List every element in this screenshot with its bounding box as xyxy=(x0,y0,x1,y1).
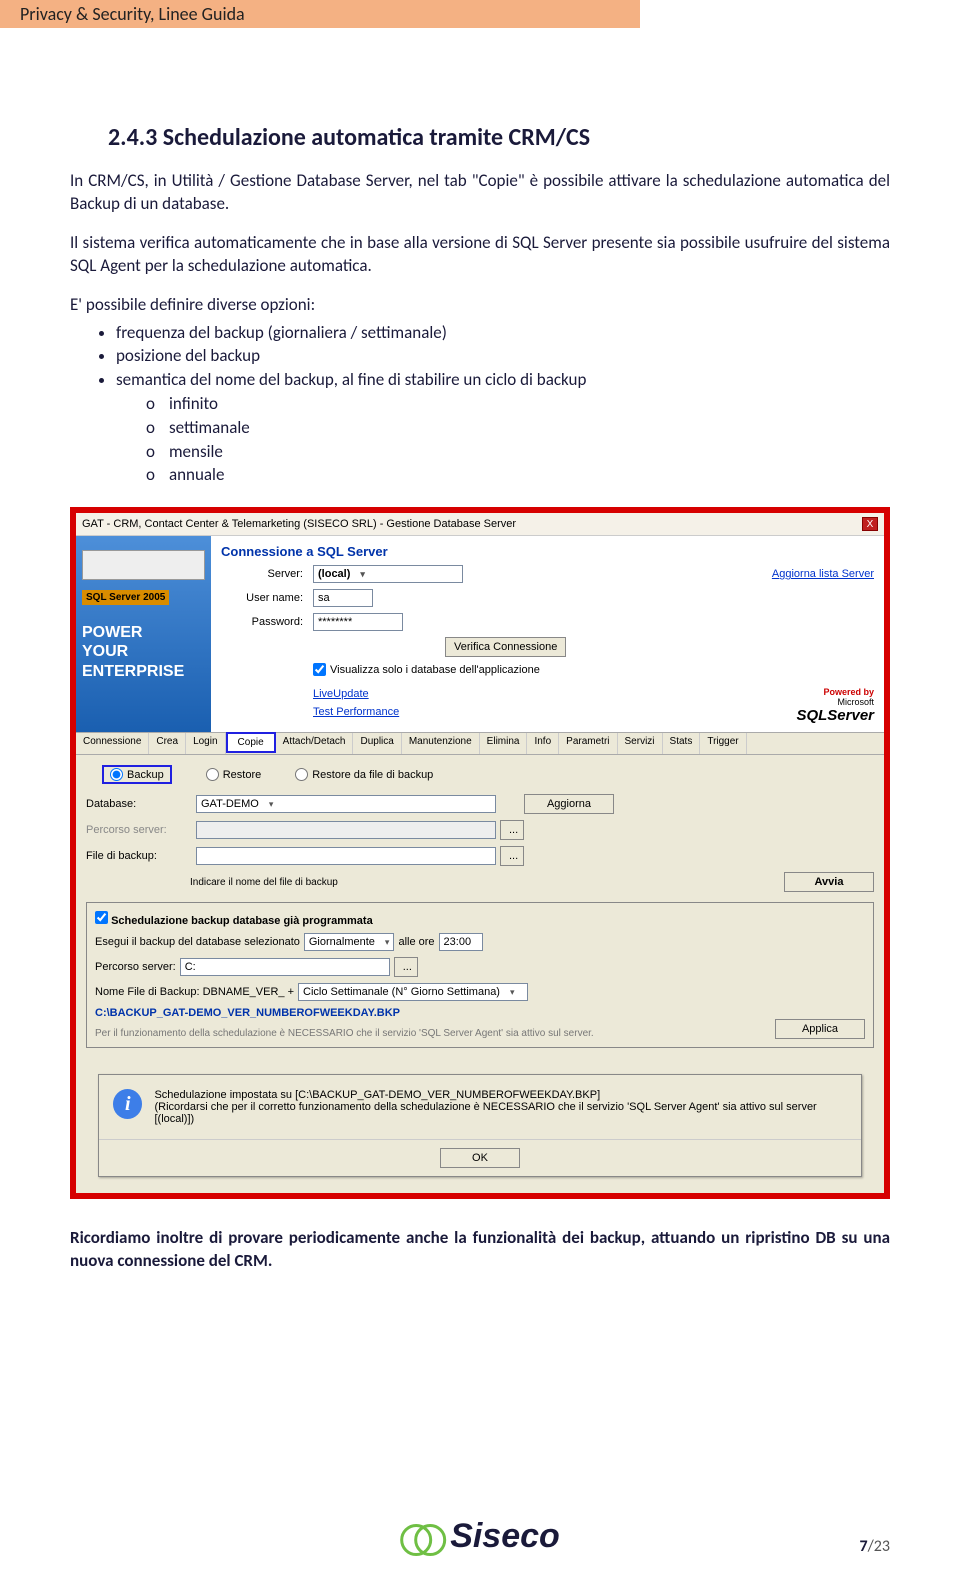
time-input[interactable] xyxy=(439,933,483,951)
file-label: File di backup: xyxy=(86,850,186,862)
schedule-checkbox[interactable] xyxy=(95,911,108,924)
radio-backup[interactable]: Backup xyxy=(102,765,172,784)
sub-options-list: infinito settimanale mensile annuale xyxy=(146,392,890,487)
window-titlebar: GAT - CRM, Contact Center & Telemarketin… xyxy=(76,513,884,536)
paragraph-2: Il sistema verifica automaticamente che … xyxy=(70,232,890,278)
banner-text: YOUR xyxy=(82,642,205,661)
close-icon[interactable]: X xyxy=(862,517,878,531)
tab-copie[interactable]: Copie xyxy=(226,732,276,753)
schedule-title: Schedulazione backup database già progra… xyxy=(111,915,373,927)
siseco-logo: Siseco xyxy=(400,1517,560,1556)
schedule-group: Schedulazione backup database già progra… xyxy=(86,902,874,1048)
list-item: semantica del nome del backup, al fine d… xyxy=(116,368,890,392)
doc-header-title: Privacy & Security, Linee Guida xyxy=(20,3,245,25)
list-item: frequenza del backup (giornaliera / sett… xyxy=(116,321,890,345)
section-title: 2.4.3 Schedulazione automatica tramite C… xyxy=(108,123,890,152)
tab-elimina[interactable]: Elimina xyxy=(480,733,528,754)
tab-manutenzione[interactable]: Manutenzione xyxy=(402,733,480,754)
connection-title: Connessione a SQL Server xyxy=(221,544,874,559)
server-combo[interactable]: (local) xyxy=(313,565,463,583)
closing-reminder: Ricordiamo inoltre di provare periodicam… xyxy=(70,1227,890,1273)
banner-text: ENTERPRISE xyxy=(82,662,205,681)
tab-parametri[interactable]: Parametri xyxy=(559,733,617,754)
schedule-text-pre: Esegui il backup del database selezionat… xyxy=(95,936,300,948)
list-item: infinito xyxy=(146,392,890,416)
avvia-button[interactable]: Avvia xyxy=(784,872,874,892)
info-icon: i xyxy=(113,1089,142,1119)
doc-header: Privacy & Security, Linee Guida xyxy=(0,0,640,28)
browse-button[interactable]: ... xyxy=(500,846,524,866)
banner-text: POWER xyxy=(82,623,205,642)
page-number: 7/23 xyxy=(859,1537,890,1556)
list-item: mensile xyxy=(146,440,890,464)
list-item: posizione del backup xyxy=(116,344,890,368)
password-label: Password: xyxy=(221,616,303,628)
file-input[interactable] xyxy=(196,847,496,865)
window-title: GAT - CRM, Contact Center & Telemarketin… xyxy=(82,518,516,530)
test-performance-link[interactable]: Test Performance xyxy=(313,706,399,718)
sqlserver-logo: SQLServer xyxy=(796,707,874,724)
tab-content-copie: Backup Restore Restore da file di backup… xyxy=(76,755,884,1058)
radio-restore-file[interactable]: Restore da file di backup xyxy=(295,765,433,784)
only-app-db-label: Visualizza solo i database dell'applicaz… xyxy=(330,664,540,676)
paragraph-3: E' possibile definire diverse opzioni: xyxy=(70,294,890,317)
server-path-label: Percorso server: xyxy=(86,824,186,836)
radio-restore-file-input[interactable] xyxy=(295,768,308,781)
radio-restore[interactable]: Restore xyxy=(206,765,262,784)
frequency-combo[interactable]: Giornalmente xyxy=(304,933,395,951)
sched-path-label: Percorso server: xyxy=(95,961,176,973)
password-input[interactable] xyxy=(313,613,403,631)
tab-attach-detach[interactable]: Attach/Detach xyxy=(276,733,354,754)
file-hint: Indicare il nome del file di backup xyxy=(190,877,338,888)
server-label: Server: xyxy=(221,568,303,580)
powered-by-label: Powered by xyxy=(796,687,874,697)
paragraph-1: In CRM/CS, in Utilità / Gestione Databas… xyxy=(70,170,890,216)
database-label: Database: xyxy=(86,798,186,810)
tab-trigger[interactable]: Trigger xyxy=(700,733,746,754)
backup-name-label: Nome File di Backup: DBNAME_VER_ + xyxy=(95,986,294,998)
banner-placeholder xyxy=(82,550,205,580)
logo-text: Siseco xyxy=(450,1517,560,1556)
browse-button[interactable]: ... xyxy=(394,957,418,977)
liveupdate-link[interactable]: LiveUpdate xyxy=(313,688,369,700)
sched-path-input[interactable] xyxy=(180,958,390,976)
tab-info[interactable]: Info xyxy=(527,733,559,754)
left-banner: SQL Server 2005 POWER YOUR ENTERPRISE xyxy=(76,536,211,732)
verify-connection-button[interactable]: Verifica Connessione xyxy=(445,637,566,657)
ms-label: Microsoft xyxy=(796,697,874,707)
options-list: frequenza del backup (giornaliera / sett… xyxy=(116,321,890,488)
dialog-line2: (Ricordarsi che per il corretto funziona… xyxy=(154,1101,847,1125)
dialog-line1: Schedulazione impostata su [C:\BACKUP_GA… xyxy=(154,1089,847,1101)
only-app-db-checkbox[interactable] xyxy=(313,663,326,676)
ok-button[interactable]: OK xyxy=(440,1148,520,1168)
server-path-input xyxy=(196,821,496,839)
tab-stats[interactable]: Stats xyxy=(663,733,701,754)
schedule-text-mid: alle ore xyxy=(398,936,434,948)
aggiorna-button[interactable]: Aggiorna xyxy=(524,794,614,814)
applica-button[interactable]: Applica xyxy=(775,1019,865,1039)
radio-backup-input[interactable] xyxy=(110,768,123,781)
tab-login[interactable]: Login xyxy=(186,733,225,754)
tab-connessione[interactable]: Connessione xyxy=(76,733,149,754)
list-item: annuale xyxy=(146,463,890,487)
tab-duplica[interactable]: Duplica xyxy=(353,733,401,754)
sql-badge: SQL Server 2005 xyxy=(82,590,169,605)
schedule-note: Per il funzionamento della schedulazione… xyxy=(95,1028,775,1039)
refresh-server-list-link[interactable]: Aggiorna lista Server xyxy=(772,568,874,580)
username-label: User name: xyxy=(221,592,303,604)
list-item: settimanale xyxy=(146,416,890,440)
tab-servizi[interactable]: Servizi xyxy=(618,733,663,754)
radio-restore-input[interactable] xyxy=(206,768,219,781)
info-dialog: i Schedulazione impostata su [C:\BACKUP_… xyxy=(98,1074,862,1177)
database-combo[interactable]: GAT-DEMO xyxy=(196,795,496,813)
path-preview: C:\BACKUP_GAT-DEMO_VER_NUMBEROFWEEKDAY.B… xyxy=(95,1007,865,1019)
username-input[interactable] xyxy=(313,589,373,607)
logo-rings-icon xyxy=(400,1520,444,1554)
browse-button[interactable]: ... xyxy=(500,820,524,840)
tab-bar: Connessione Crea Login Copie Attach/Deta… xyxy=(76,732,884,755)
tab-crea[interactable]: Crea xyxy=(149,733,186,754)
embedded-screenshot: GAT - CRM, Contact Center & Telemarketin… xyxy=(70,507,890,1199)
cycle-combo[interactable]: Ciclo Settimanale (N° Giorno Settimana) xyxy=(298,983,528,1001)
